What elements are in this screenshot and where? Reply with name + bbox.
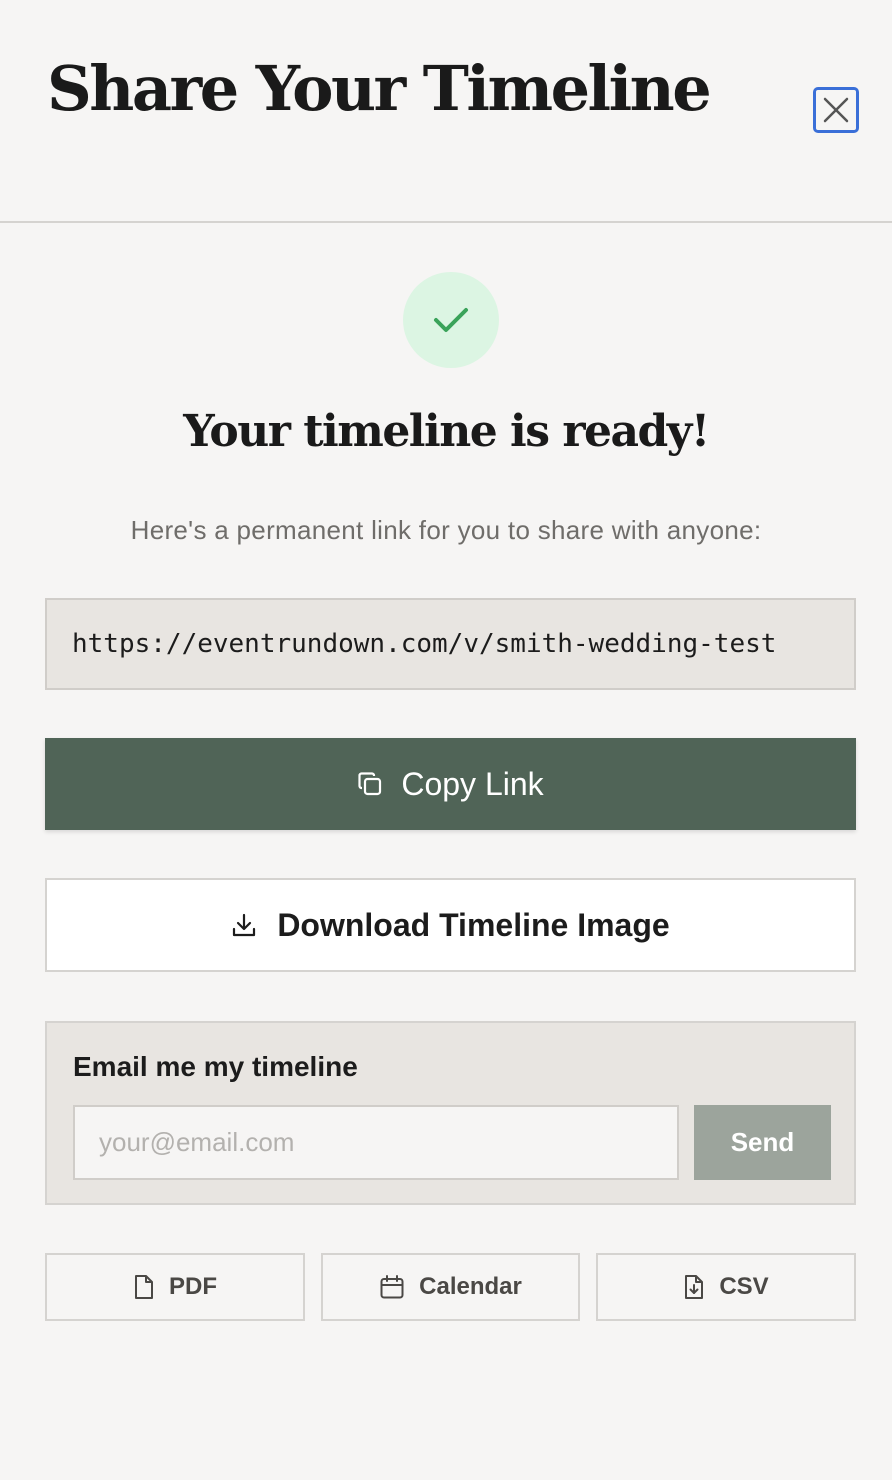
export-pdf-button[interactable]: PDF: [45, 1253, 305, 1321]
calendar-icon: [379, 1274, 405, 1300]
download-image-label: Download Timeline Image: [277, 906, 670, 943]
success-badge: [403, 272, 499, 368]
export-csv-button[interactable]: CSV: [596, 1253, 856, 1321]
email-input[interactable]: [73, 1105, 679, 1180]
modal-title: Share Your Timeline: [47, 52, 712, 125]
close-button[interactable]: [813, 87, 859, 133]
copy-link-button[interactable]: Copy Link: [45, 738, 856, 830]
export-csv-label: CSV: [719, 1273, 769, 1300]
file-download-icon: [683, 1274, 705, 1300]
copy-link-label: Copy Link: [401, 765, 544, 802]
share-timeline-modal: Share Your Timeline Your timeline is rea…: [0, 0, 892, 1480]
download-icon: [231, 912, 257, 938]
share-url-box[interactable]: https://eventrundown.com/v/smith-wedding…: [45, 598, 856, 690]
export-calendar-button[interactable]: Calendar: [321, 1253, 580, 1321]
copy-icon: [357, 771, 383, 797]
email-panel: Email me my timeline Send: [45, 1021, 856, 1205]
close-icon: [821, 95, 851, 125]
download-image-button[interactable]: Download Timeline Image: [45, 878, 856, 972]
send-button[interactable]: Send: [694, 1105, 831, 1180]
file-icon: [133, 1274, 155, 1300]
share-subtitle: Here's a permanent link for you to share…: [130, 515, 762, 545]
export-pdf-label: PDF: [169, 1273, 217, 1300]
share-url[interactable]: https://eventrundown.com/v/smith-wedding…: [72, 629, 776, 659]
ready-heading: Your timeline is ready!: [183, 406, 710, 457]
check-icon: [433, 305, 469, 335]
email-label: Email me my timeline: [73, 1051, 358, 1082]
modal-header: Share Your Timeline: [0, 0, 892, 223]
export-calendar-label: Calendar: [419, 1273, 522, 1300]
